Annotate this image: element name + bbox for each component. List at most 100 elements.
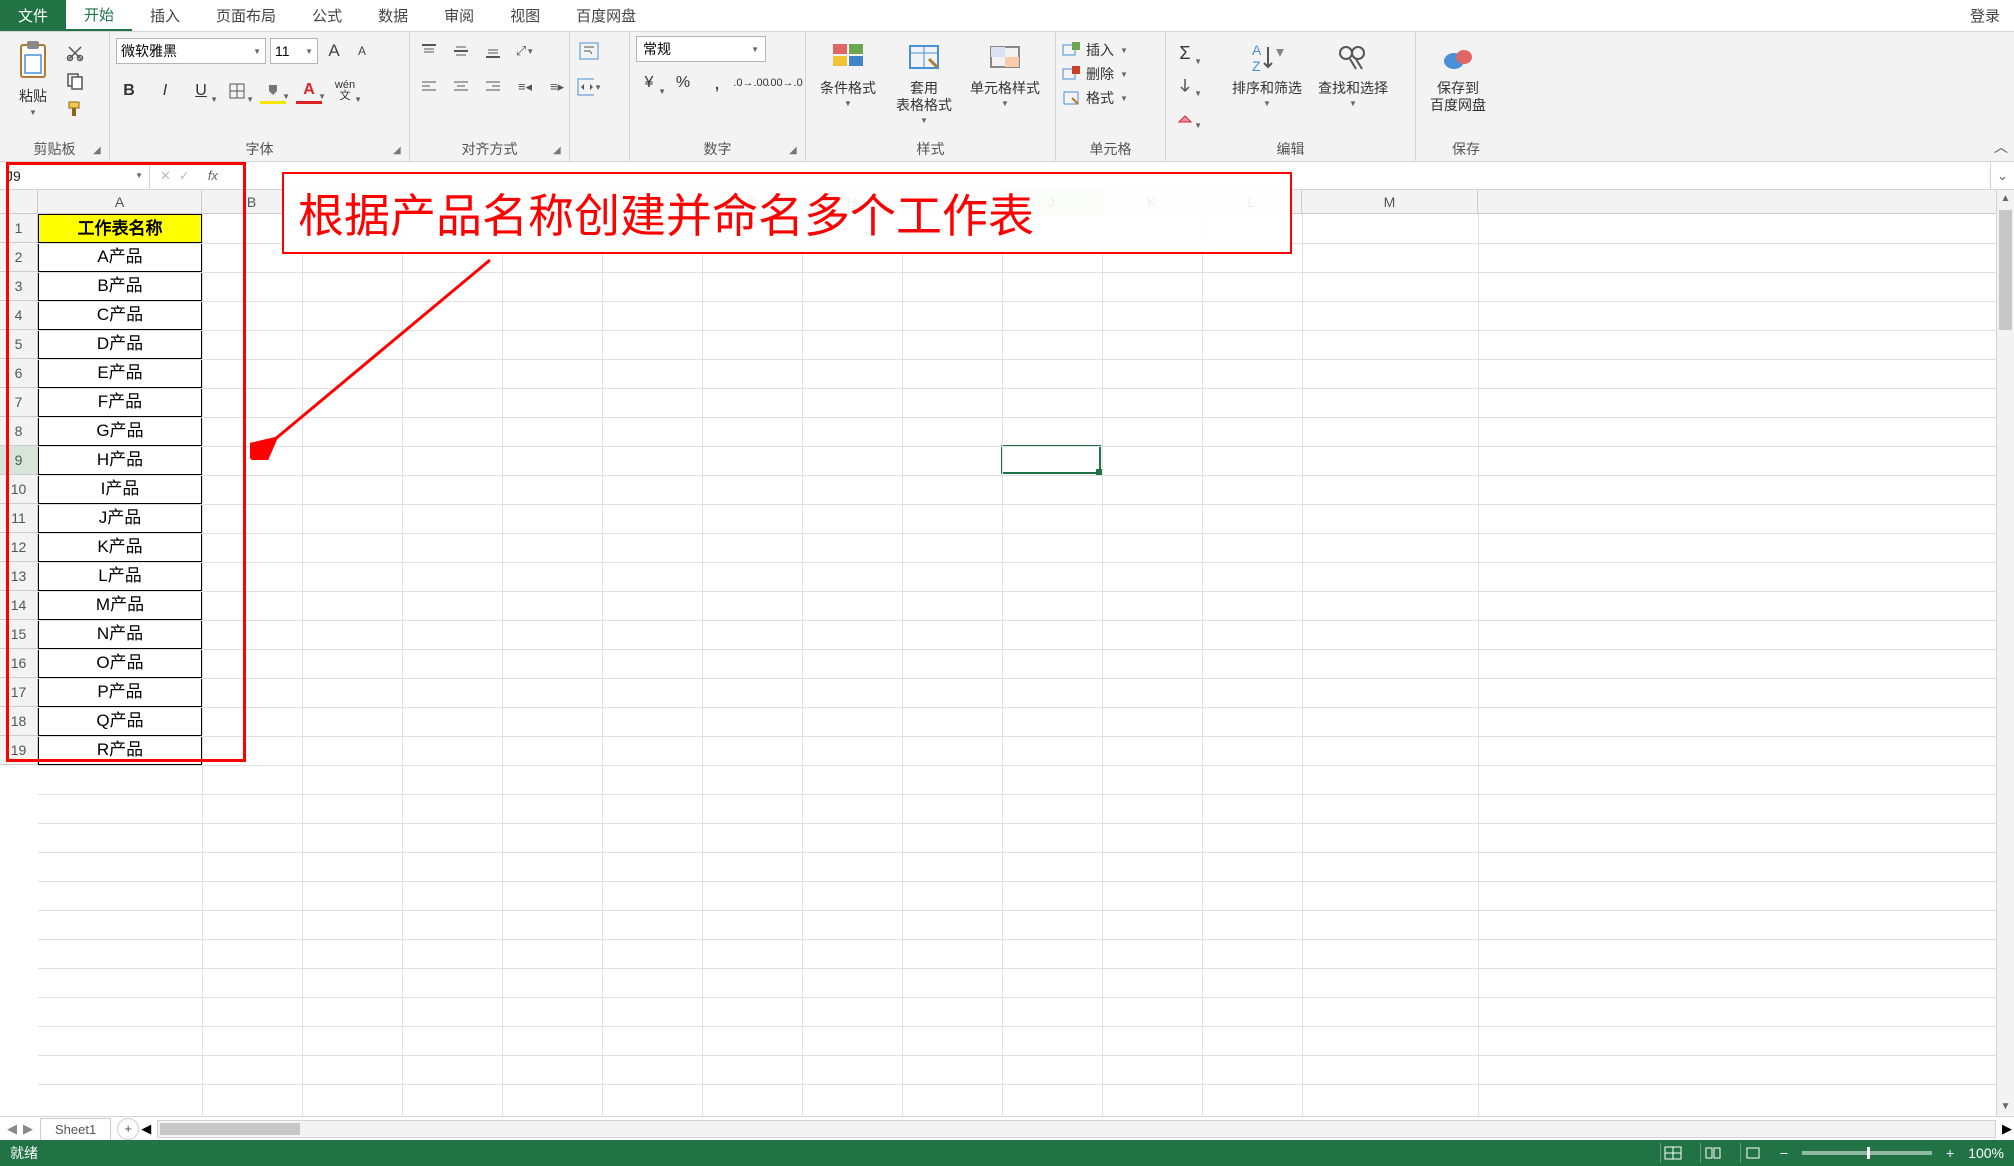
cell[interactable]: G产品 [38,417,202,446]
tab-formulas[interactable]: 公式 [294,0,360,31]
align-center-icon[interactable] [448,74,474,100]
select-all-corner[interactable] [0,190,38,213]
dialog-launcher-icon[interactable]: ◢ [789,145,801,157]
row-header[interactable]: 10 [0,475,37,504]
scroll-thumb[interactable] [1999,210,2012,330]
ribbon-collapse-icon[interactable]: ︿ [1994,137,2008,157]
bold-button[interactable]: B [116,78,142,104]
find-select-button[interactable]: 查找和选择▼ [1312,36,1394,110]
currency-icon[interactable]: ¥▼ [636,70,662,96]
cell[interactable]: A产品 [38,243,202,272]
row-header[interactable]: 19 [0,736,37,765]
number-format-select[interactable]: 常规▼ [636,36,766,62]
spreadsheet-grid[interactable]: ABCDEFGHIJKLM 12345678910111213141516171… [0,190,2014,1116]
cell[interactable]: O产品 [38,649,202,678]
cell[interactable]: F产品 [38,388,202,417]
scroll-down-icon[interactable]: ▼ [1997,1098,2014,1116]
wrap-text-icon[interactable] [576,38,602,64]
scroll-up-icon[interactable]: ▲ [1997,190,2014,208]
increase-decimal-icon[interactable]: .0→.00 [738,70,764,96]
tab-baidu[interactable]: 百度网盘 [558,0,654,31]
comma-icon[interactable]: , [704,70,730,96]
autosum-icon[interactable]: Σ▼ [1172,40,1198,66]
sheet-nav[interactable]: ◀▶ [0,1121,40,1137]
cell[interactable]: D产品 [38,330,202,359]
cut-icon[interactable] [64,42,86,64]
fill-color-button[interactable]: ▼ [260,78,286,104]
delete-cells-button[interactable]: 删除▼ [1062,64,1128,84]
font-name-select[interactable]: 微软雅黑▼ [116,38,266,64]
format-cells-button[interactable]: 格式▼ [1062,88,1128,108]
horizontal-scrollbar[interactable]: ◀ ▶ [139,1120,2014,1138]
login-link[interactable]: 登录 [1956,0,2014,31]
view-page-break-icon[interactable] [1740,1143,1766,1163]
phonetic-button[interactable]: wén文▼ [332,78,358,104]
row-header[interactable]: 9 [0,446,37,475]
dialog-launcher-icon[interactable]: ◢ [393,145,405,157]
view-page-layout-icon[interactable] [1700,1143,1726,1163]
cell[interactable]: L产品 [38,562,202,591]
sheet-prev-icon[interactable]: ◀ [7,1121,17,1137]
increase-indent-icon[interactable]: ≡▸ [544,74,570,100]
cell[interactable]: E产品 [38,359,202,388]
row-header[interactable]: 1 [0,214,37,243]
row-header[interactable]: 7 [0,388,37,417]
row-header[interactable]: 6 [0,359,37,388]
row-header[interactable]: 18 [0,707,37,736]
row-header[interactable]: 15 [0,620,37,649]
dialog-launcher-icon[interactable]: ◢ [93,145,105,157]
align-bottom-icon[interactable] [480,38,506,64]
cell[interactable]: C产品 [38,301,202,330]
view-normal-icon[interactable] [1660,1143,1686,1163]
cell[interactable]: M产品 [38,591,202,620]
zoom-thumb[interactable] [1867,1147,1870,1159]
tab-review[interactable]: 审阅 [426,0,492,31]
cell[interactable]: K产品 [38,533,202,562]
cell-styles-button[interactable]: 单元格样式▼ [964,36,1046,110]
row-header[interactable]: 12 [0,533,37,562]
underline-button[interactable]: U▼ [188,78,214,104]
zoom-value[interactable]: 100% [1968,1145,2004,1161]
tab-data[interactable]: 数据 [360,0,426,31]
increase-font-icon[interactable]: A [322,39,346,63]
row-header[interactable]: 16 [0,649,37,678]
dialog-launcher-icon[interactable]: ◢ [553,145,565,157]
decrease-font-icon[interactable]: A [350,39,374,63]
font-size-select[interactable]: 11▼ [270,38,318,64]
cell[interactable]: N产品 [38,620,202,649]
cancel-formula-icon[interactable]: ✕ [160,168,171,184]
border-button[interactable]: ▼ [224,78,250,104]
cell[interactable]: H产品 [38,446,202,475]
cells-area[interactable]: 工作表名称A产品B产品C产品D产品E产品F产品G产品H产品I产品J产品K产品L产… [38,214,1996,1116]
percent-icon[interactable]: % [670,70,696,96]
font-color-button[interactable]: A▼ [296,78,322,104]
conditional-format-button[interactable]: 条件格式▼ [812,36,884,110]
format-as-table-button[interactable]: 套用 表格格式▼ [888,36,960,127]
row-header[interactable]: 17 [0,678,37,707]
scroll-thumb[interactable] [160,1123,300,1135]
cell[interactable]: R产品 [38,736,202,765]
decrease-decimal-icon[interactable]: .00→.0 [772,70,798,96]
zoom-out-icon[interactable]: − [1780,1145,1788,1161]
row-header[interactable]: 2 [0,243,37,272]
align-middle-icon[interactable] [448,38,474,64]
cell[interactable]: Q产品 [38,707,202,736]
vertical-scrollbar[interactable]: ▲ ▼ [1996,190,2014,1116]
fx-icon[interactable]: fx [200,168,226,183]
align-top-icon[interactable] [416,38,442,64]
orientation-icon[interactable]: ⤢▼ [512,38,538,64]
scroll-right-icon[interactable]: ▶ [2002,1121,2012,1137]
cell-header[interactable]: 工作表名称 [38,214,202,243]
sort-filter-button[interactable]: AZ 排序和筛选▼ [1226,36,1308,110]
tab-view[interactable]: 视图 [492,0,558,31]
sheet-next-icon[interactable]: ▶ [23,1121,33,1137]
align-right-icon[interactable] [480,74,506,100]
align-left-icon[interactable] [416,74,442,100]
cell[interactable]: I产品 [38,475,202,504]
insert-cells-button[interactable]: 插入▼ [1062,40,1128,60]
row-header[interactable]: 5 [0,330,37,359]
confirm-formula-icon[interactable]: ✓ [179,168,190,184]
decrease-indent-icon[interactable]: ≡◂ [512,74,538,100]
formula-expand-icon[interactable]: ⌄ [1990,162,2014,189]
copy-icon[interactable] [64,70,86,92]
